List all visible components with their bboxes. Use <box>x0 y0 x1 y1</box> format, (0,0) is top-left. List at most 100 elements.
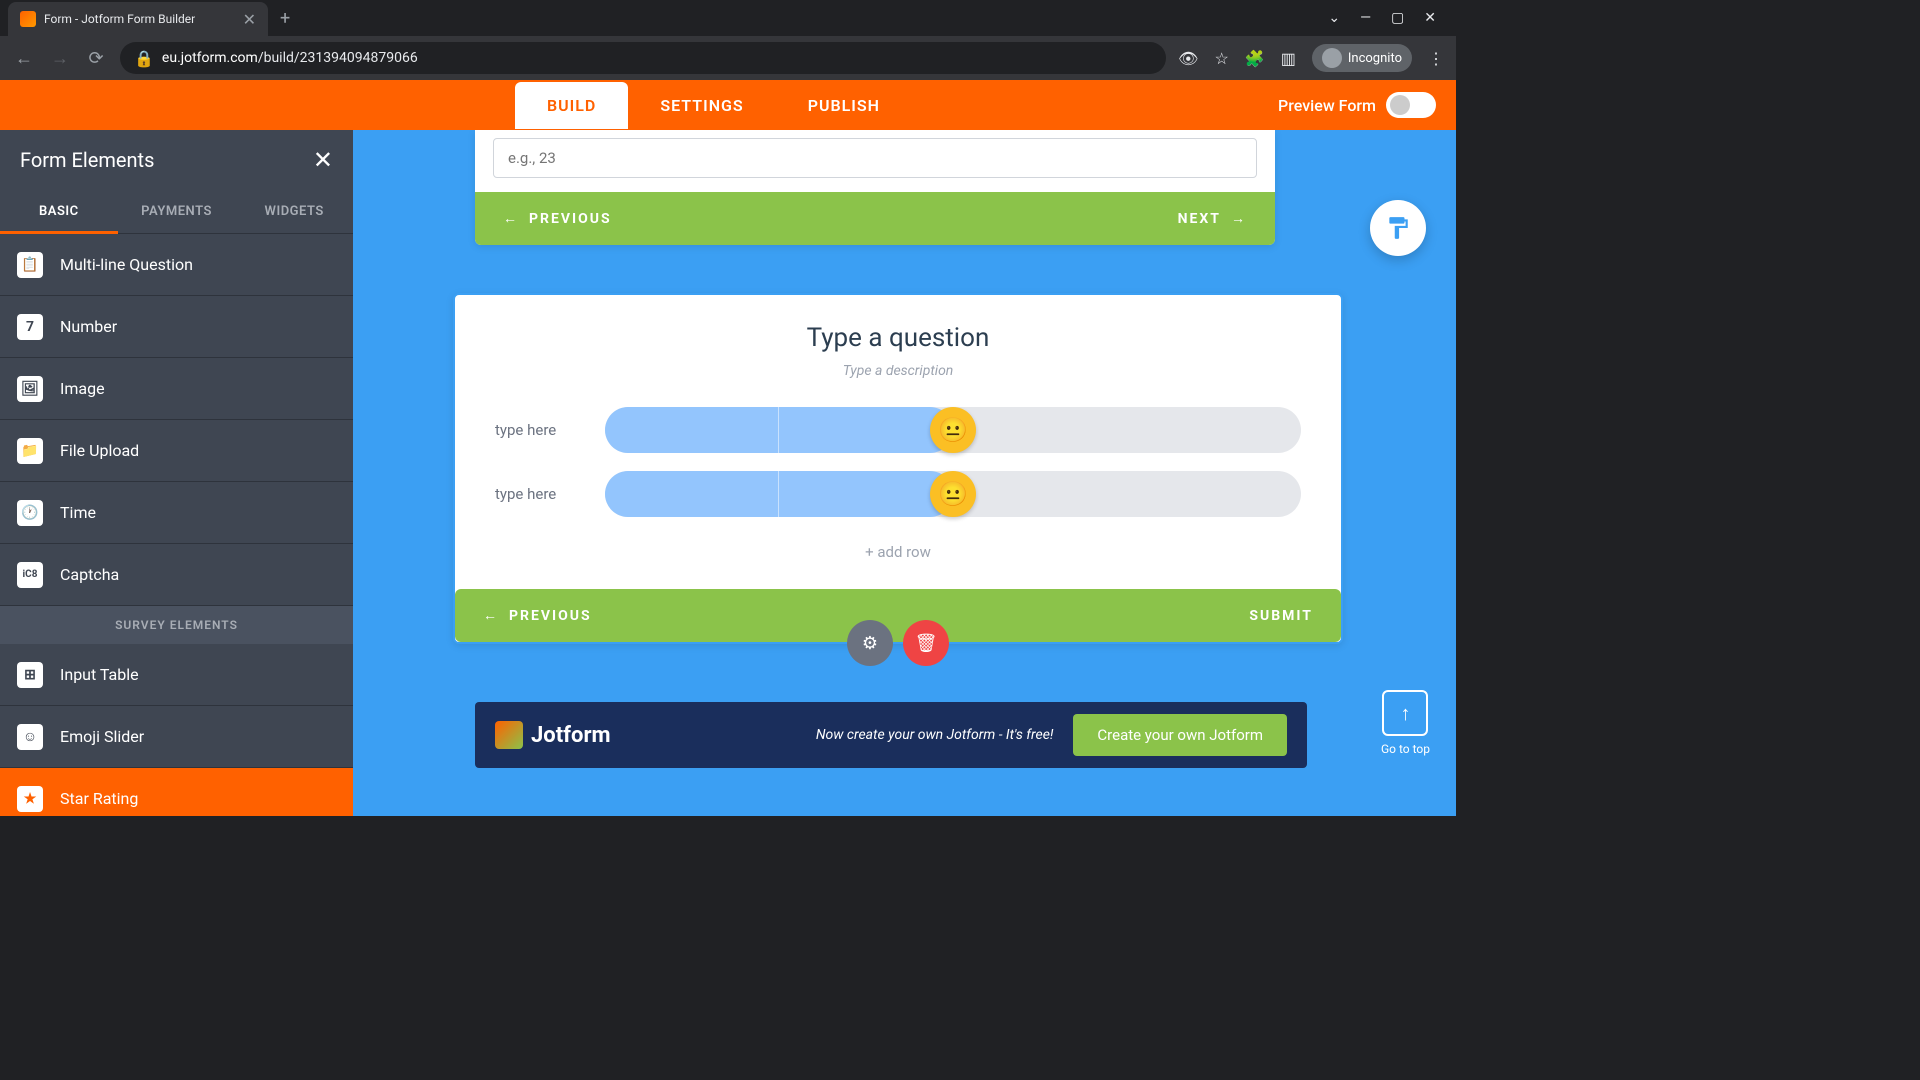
tab-settings[interactable]: SETTINGS <box>628 82 775 129</box>
tab-title: Form - Jotform Form Builder <box>44 12 235 26</box>
element-number[interactable]: 7 Number <box>0 296 353 358</box>
slider-fill <box>605 407 953 453</box>
element-file-upload[interactable]: 📁 File Upload <box>0 420 353 482</box>
element-captcha[interactable]: iC8 Captcha <box>0 544 353 606</box>
header-tabs: BUILD SETTINGS PUBLISH <box>515 82 912 129</box>
tab-build[interactable]: BUILD <box>515 82 628 129</box>
browser-chrome: Form - Jotform Form Builder ✕ + ⌄ ― ▢ ✕ … <box>0 0 1456 80</box>
arrow-left-icon: ← <box>503 210 519 227</box>
field-delete-button[interactable]: 🗑 <box>903 620 949 666</box>
preview-label: Preview Form <box>1278 96 1376 115</box>
sidebar-tab-payments[interactable]: PAYMENTS <box>118 190 236 233</box>
captcha-icon: iC8 <box>17 562 43 588</box>
caret-down-icon[interactable]: ⌄ <box>1328 10 1340 26</box>
close-window-icon[interactable]: ✕ <box>1424 10 1436 26</box>
element-input-table[interactable]: ⊞ Input Table <box>0 644 353 706</box>
promo-text: Now create your own Jotform - It's free! <box>816 727 1054 743</box>
favicon-icon <box>20 11 36 27</box>
slider-emoji-handle[interactable]: 😐 <box>930 471 976 517</box>
question-title[interactable]: Type a question <box>495 323 1301 353</box>
jotform-logo-icon <box>495 721 523 749</box>
bookmark-icon[interactable]: ☆ <box>1214 49 1228 68</box>
sidebar: Form Elements ✕ BASIC PAYMENTS WIDGETS 📋… <box>0 130 353 816</box>
slider-row-label[interactable]: type here <box>495 421 585 439</box>
section-survey-elements: SURVEY ELEMENTS <box>0 606 353 644</box>
preview-form-control: Preview Form <box>1278 92 1456 118</box>
extensions-icon[interactable]: 🧩 <box>1245 49 1265 68</box>
element-image[interactable]: 🖼 Image <box>0 358 353 420</box>
emoji-slider-track[interactable]: 😐 <box>605 407 1301 453</box>
preview-toggle[interactable] <box>1386 92 1436 118</box>
table-icon: ⊞ <box>17 662 43 688</box>
element-star-rating[interactable]: ★ Star Rating <box>0 768 353 816</box>
slider-row-label[interactable]: type here <box>495 485 585 503</box>
add-row-button[interactable]: + add row <box>495 535 1301 569</box>
address-bar-icons: 👁 ☆ 🧩 ▥ Incognito ⋮ <box>1178 44 1444 72</box>
minimize-icon[interactable]: ― <box>1360 10 1371 26</box>
sidebar-tab-basic[interactable]: BASIC <box>0 190 118 233</box>
jotform-logo: Jotform <box>495 721 611 749</box>
app-header: BUILD SETTINGS PUBLISH Preview Form <box>0 80 1456 130</box>
paint-roller-icon <box>1385 215 1411 241</box>
promo-banner: Jotform Now create your own Jotform - It… <box>475 702 1307 768</box>
slider-fill <box>605 471 953 517</box>
incognito-badge: Incognito <box>1312 44 1412 72</box>
back-button[interactable]: ← <box>12 48 36 69</box>
arrow-right-icon: → <box>1231 210 1247 227</box>
sidepanel-icon[interactable]: ▥ <box>1281 49 1296 68</box>
arrow-up-icon: ↑ <box>1400 701 1410 726</box>
kebab-menu-icon[interactable]: ⋮ <box>1428 49 1444 68</box>
element-emoji-slider[interactable]: ☺ Emoji Slider <box>0 706 353 768</box>
number-input-preview[interactable] <box>493 138 1257 178</box>
card-nav-row: ← PREVIOUS NEXT → <box>475 192 1275 245</box>
sidebar-title: Form Elements <box>20 148 154 172</box>
reload-button[interactable]: ⟳ <box>84 48 108 69</box>
form-card-emoji-slider[interactable]: Type a question Type a description type … <box>453 293 1343 644</box>
goto-top-button[interactable]: ↑ Go to top <box>1381 690 1430 756</box>
form-designer-button[interactable] <box>1370 200 1426 256</box>
star-icon: ★ <box>17 786 43 812</box>
previous-button[interactable]: ← PREVIOUS <box>503 210 612 227</box>
address-bar: ← → ⟳ 🔒 eu.jotform.com/build/23139409487… <box>0 36 1456 80</box>
arrow-left-icon: ← <box>483 607 499 624</box>
slider-emoji-handle[interactable]: 😐 <box>930 407 976 453</box>
form-canvas[interactable]: ← PREVIOUS NEXT → Type a question Type a… <box>353 130 1456 816</box>
window-controls: ⌄ ― ▢ ✕ <box>1328 10 1448 26</box>
emoji-slider-track[interactable]: 😐 <box>605 471 1301 517</box>
incognito-icon <box>1322 48 1342 68</box>
url-input[interactable]: 🔒 eu.jotform.com/build/231394094879066 <box>120 42 1166 74</box>
tab-close-icon[interactable]: ✕ <box>243 10 256 29</box>
tab-bar: Form - Jotform Form Builder ✕ + ⌄ ― ▢ ✕ <box>0 0 1456 36</box>
forward-button[interactable]: → <box>48 48 72 69</box>
clock-icon: 🕐 <box>17 500 43 526</box>
lock-icon: 🔒 <box>134 49 154 68</box>
submit-button[interactable]: SUBMIT <box>1249 607 1313 624</box>
emoji-icon: ☺ <box>17 724 43 750</box>
url-text: eu.jotform.com/build/231394094879066 <box>162 50 418 66</box>
number-icon: 7 <box>17 314 43 340</box>
card-actions: ⚙ 🗑 <box>847 620 949 666</box>
previous-button[interactable]: ← PREVIOUS <box>483 607 592 624</box>
maximize-icon[interactable]: ▢ <box>1391 10 1404 26</box>
element-time[interactable]: 🕐 Time <box>0 482 353 544</box>
sidebar-close-button[interactable]: ✕ <box>313 146 333 174</box>
upload-icon: 📁 <box>17 438 43 464</box>
promo-cta-button[interactable]: Create your own Jotform <box>1073 714 1287 756</box>
multiline-icon: 📋 <box>17 252 43 278</box>
elements-list[interactable]: 📋 Multi-line Question 7 Number 🖼 Image 📁… <box>0 234 353 816</box>
sidebar-tabs: BASIC PAYMENTS WIDGETS <box>0 190 353 234</box>
image-icon: 🖼 <box>17 376 43 402</box>
sidebar-tab-widgets[interactable]: WIDGETS <box>235 190 353 233</box>
question-description[interactable]: Type a description <box>495 363 1301 379</box>
slider-row: type here 😐 <box>495 471 1301 517</box>
tab-publish[interactable]: PUBLISH <box>776 82 912 129</box>
eye-off-icon[interactable]: 👁 <box>1178 49 1198 68</box>
new-tab-button[interactable]: + <box>280 8 290 29</box>
slider-row: type here 😐 <box>495 407 1301 453</box>
form-card-previous: ← PREVIOUS NEXT → <box>475 130 1275 245</box>
next-button[interactable]: NEXT → <box>1178 210 1247 227</box>
sidebar-header: Form Elements ✕ <box>0 130 353 190</box>
field-settings-button[interactable]: ⚙ <box>847 620 893 666</box>
element-multiline-question[interactable]: 📋 Multi-line Question <box>0 234 353 296</box>
browser-tab[interactable]: Form - Jotform Form Builder ✕ <box>8 2 268 36</box>
